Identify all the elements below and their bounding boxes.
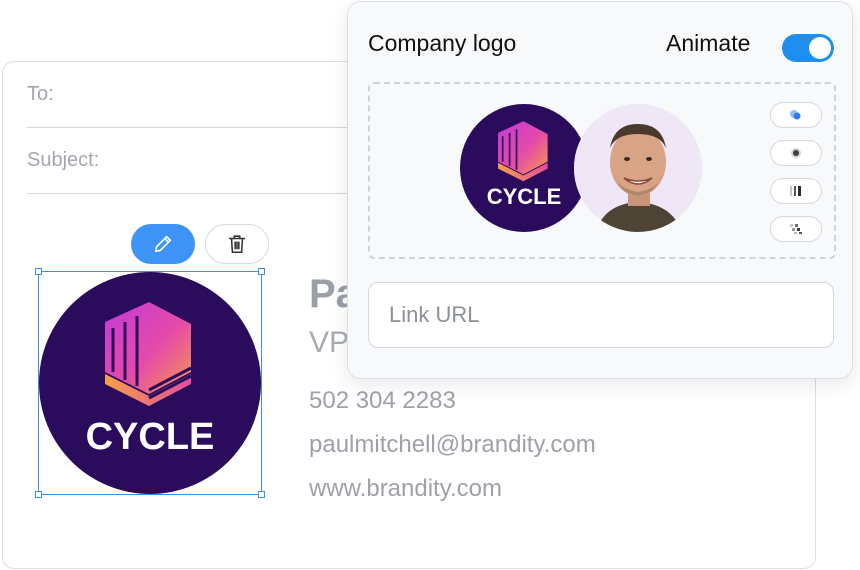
signature-logo-selection[interactable]: CYCLE <box>35 268 265 498</box>
to-field[interactable]: To: <box>27 62 387 128</box>
animation-option-dot[interactable] <box>770 140 822 166</box>
panel-title: Company logo <box>368 30 517 56</box>
signature-logo: CYCLE <box>39 272 261 494</box>
subject-label: Subject: <box>27 149 100 171</box>
animation-option-bars[interactable] <box>770 178 822 204</box>
signature-email: paulmitchell@brandity.com <box>309 431 596 458</box>
pixels-icon <box>790 224 802 234</box>
preview-logo-mark <box>498 121 548 182</box>
preview-logo: CYCLE <box>460 104 588 232</box>
toggle-knob <box>809 37 831 59</box>
to-label: To: <box>27 83 54 105</box>
person-portrait <box>574 104 702 232</box>
cycle-logo-mark <box>105 302 192 406</box>
stage: To: Subject: CYCLE Pa VP 502 304 2283 pa… <box>0 0 860 570</box>
link-url-input[interactable] <box>368 282 834 348</box>
edit-button[interactable] <box>131 224 195 264</box>
dot-icon <box>791 148 801 158</box>
delete-button[interactable] <box>205 224 269 264</box>
pencil-icon <box>154 235 172 253</box>
company-logo-panel: Company logo Animate CYCLE <box>347 1 853 379</box>
signature-website: www.brandity.com <box>309 475 502 502</box>
signature-logo-text: CYCLE <box>85 416 215 458</box>
profile-photo <box>574 104 702 232</box>
signature-toolbar <box>131 224 269 264</box>
animation-option-bubbles[interactable] <box>770 102 822 128</box>
bars-icon <box>790 186 801 196</box>
preview-logo-text: CYCLE <box>486 184 562 209</box>
trash-icon <box>228 235 246 254</box>
logo-dropzone[interactable]: CYCLE <box>368 82 836 259</box>
animation-option-pixels[interactable] <box>770 216 822 242</box>
animate-label: Animate <box>666 30 751 56</box>
subject-field[interactable]: Subject: <box>27 128 387 194</box>
animate-toggle[interactable] <box>782 34 834 62</box>
signature-phone: 502 304 2283 <box>309 387 456 414</box>
bubbles-icon <box>790 110 801 120</box>
signature-role: VP <box>309 326 350 359</box>
